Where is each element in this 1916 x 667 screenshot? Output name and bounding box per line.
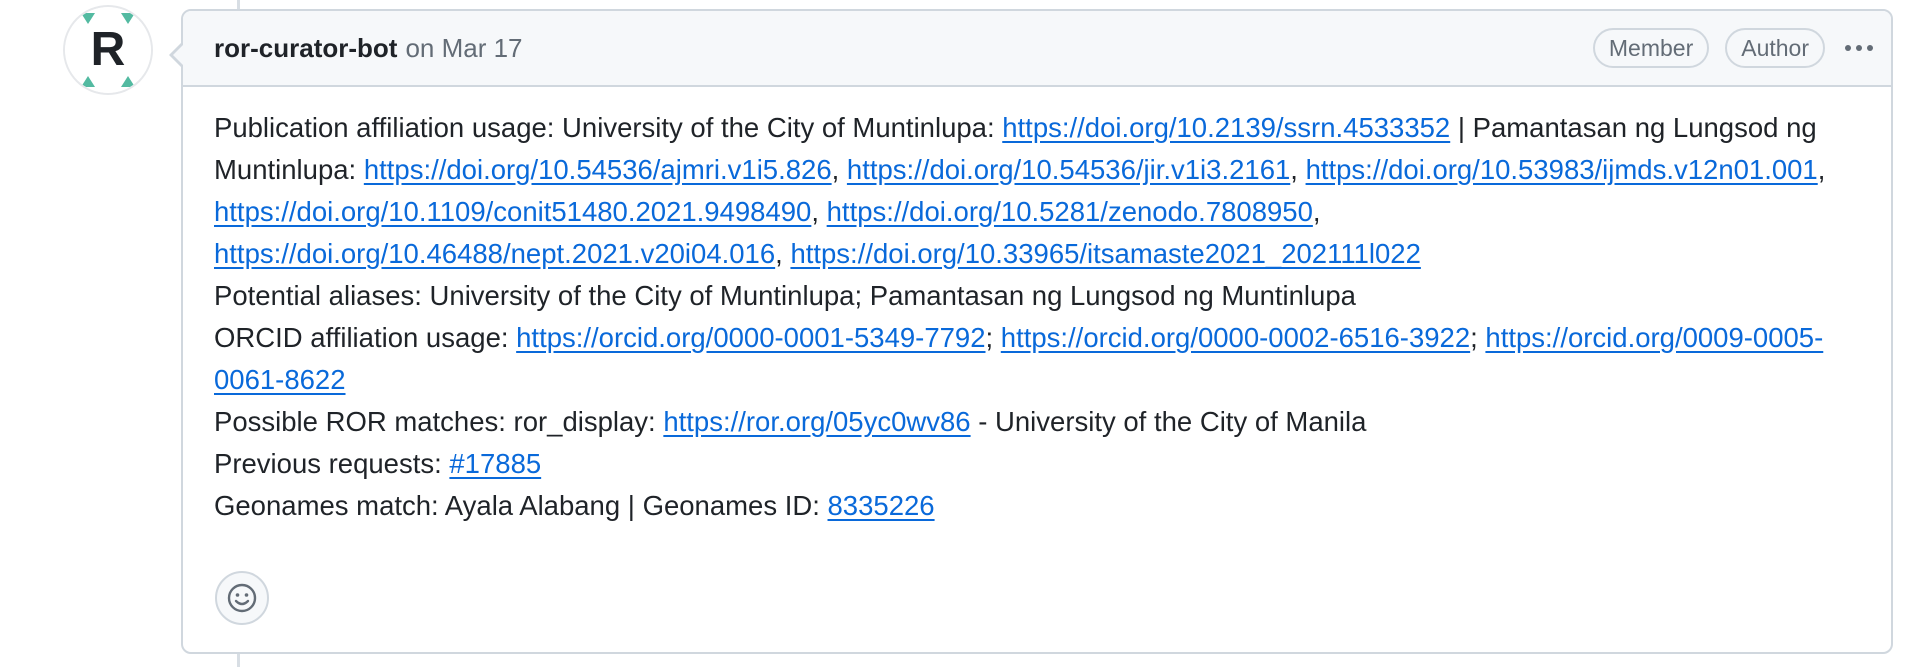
- comma: ,: [831, 154, 847, 185]
- doi-link[interactable]: https://doi.org/10.53983/ijmds.v12n01.00…: [1306, 154, 1818, 185]
- semicolon: ;: [985, 322, 1001, 353]
- publication-label: Publication affiliation usage: Universit…: [214, 112, 1003, 143]
- doi-link[interactable]: https://doi.org/10.46488/nept.2021.v20i0…: [214, 238, 775, 269]
- geonames-match: Geonames match: Ayala Alabang | Geonames…: [214, 485, 1860, 527]
- issue-link[interactable]: #17885: [449, 448, 541, 479]
- comment-body: Publication affiliation usage: Universit…: [183, 87, 1891, 527]
- geonames-label: Geonames match: Ayala Alabang | Geonames…: [214, 490, 828, 521]
- doi-link[interactable]: https://doi.org/10.33965/itsamaste2021_2…: [790, 238, 1420, 269]
- orcid-usage: ORCID affiliation usage: https://orcid.o…: [214, 317, 1860, 401]
- comma: ,: [1817, 154, 1826, 185]
- ror-matches: Possible ROR matches: ror_display: https…: [214, 401, 1860, 443]
- ror-suffix: - University of the City of Manila: [970, 406, 1367, 437]
- comment-header: ror-curator-bot on Mar 17 Member Author: [183, 11, 1891, 87]
- smiley-icon: [227, 583, 257, 613]
- orcid-link[interactable]: https://orcid.org/0000-0001-5349-7792: [516, 322, 985, 353]
- kebab-dot: [1867, 45, 1873, 51]
- geonames-link[interactable]: 8335226: [828, 490, 935, 521]
- previous-requests: Previous requests: #17885: [214, 443, 1860, 485]
- member-badge: Member: [1592, 28, 1710, 68]
- comma: ,: [811, 196, 827, 227]
- doi-link[interactable]: https://doi.org/10.5281/zenodo.7808950: [827, 196, 1313, 227]
- orcid-label: ORCID affiliation usage:: [214, 322, 517, 353]
- kebab-dot: [1845, 45, 1851, 51]
- author-link[interactable]: ror-curator-bot: [214, 33, 397, 64]
- potential-aliases: Potential aliases: University of the Cit…: [214, 280, 1356, 311]
- kebab-dot: [1856, 45, 1862, 51]
- add-reaction-button[interactable]: [215, 571, 269, 625]
- doi-link[interactable]: https://doi.org/10.54536/ajmri.v1i5.826: [364, 154, 832, 185]
- avatar-letter: R: [91, 23, 126, 76]
- comma: ,: [1290, 154, 1306, 185]
- comma: ,: [775, 238, 791, 269]
- comma: ,: [1312, 196, 1321, 227]
- doi-link[interactable]: https://doi.org/10.1109/conit51480.2021.…: [214, 196, 811, 227]
- comment-box: ror-curator-bot on Mar 17 Member Author …: [169, 9, 1893, 654]
- ror-link[interactable]: https://ror.org/05yc0wv86: [663, 406, 970, 437]
- author-badge: Author: [1725, 28, 1825, 68]
- orcid-link[interactable]: https://orcid.org/0000-0002-6516-3922: [1001, 322, 1470, 353]
- avatar[interactable]: R: [65, 7, 151, 93]
- doi-link[interactable]: https://doi.org/10.2139/ssrn.4533352: [1002, 112, 1450, 143]
- doi-link[interactable]: https://doi.org/10.54536/jir.v1i3.2161: [847, 154, 1290, 185]
- comment-date[interactable]: on Mar 17: [405, 33, 522, 64]
- ror-logo-icon: R: [65, 7, 151, 93]
- publication-usage: Publication affiliation usage: Universit…: [214, 107, 1860, 275]
- kebab-horizontal-icon[interactable]: [1839, 28, 1879, 68]
- semicolon: ;: [1470, 322, 1486, 353]
- ror-label: Possible ROR matches: ror_display:: [214, 406, 664, 437]
- previous-label: Previous requests:: [214, 448, 450, 479]
